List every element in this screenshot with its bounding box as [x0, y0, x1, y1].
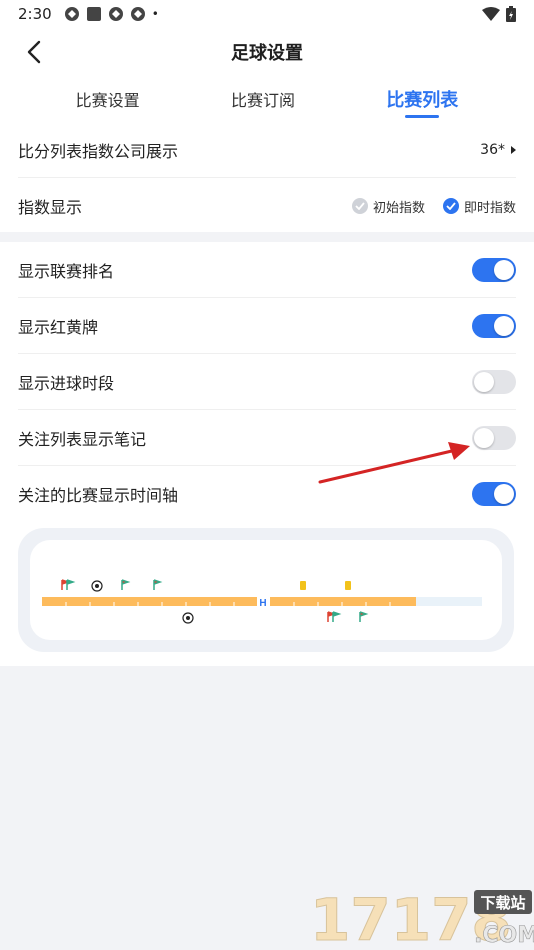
- app-notification-icon: [108, 7, 123, 21]
- company-display-value[interactable]: 36*: [480, 142, 516, 158]
- toggle-row-cards: 显示红黄牌: [18, 298, 516, 354]
- index-settings-section: 比分列表指数公司展示 36* 指数显示 初始指数 即时指数: [0, 122, 534, 232]
- yellow-card-icon: [300, 581, 306, 590]
- toggle-row-league-rank: 显示联赛排名: [18, 242, 516, 298]
- first-half-bar: [42, 597, 257, 606]
- app-notification-icon: [64, 7, 79, 21]
- goal-period-toggle[interactable]: [472, 369, 516, 394]
- halftime-marker: H: [259, 598, 266, 609]
- initial-index-label: 初始指数: [372, 200, 425, 216]
- corner-flag-icon: [61, 579, 76, 590]
- check-icon: [351, 198, 368, 214]
- yellow-card-icon: [345, 581, 351, 590]
- initial-index-option[interactable]: 初始指数: [351, 197, 425, 216]
- status-right: [482, 6, 516, 22]
- index-display-row: 指数显示 初始指数 即时指数: [18, 178, 516, 234]
- wifi-icon: [482, 7, 500, 21]
- remaining-time-bar: [416, 597, 482, 606]
- tab-match-settings[interactable]: 比赛设置: [72, 79, 144, 119]
- corner-flag-icon: [327, 611, 342, 622]
- tab-bar: 比赛设置 比赛订阅 比赛列表: [0, 76, 534, 122]
- status-bar: 2:30 •: [0, 0, 534, 28]
- battery-icon: [506, 6, 516, 22]
- league-rank-toggle[interactable]: [472, 257, 516, 282]
- index-display-label: 指数显示: [18, 198, 83, 217]
- timeline-graphic: H: [42, 579, 482, 624]
- company-display-row[interactable]: 比分列表指数公司展示 36*: [18, 122, 516, 178]
- watermark-logo: 17178 下载站 .COM: [310, 886, 534, 950]
- timeline-preview-card: H: [18, 528, 514, 652]
- watermark: 17178 下载站 .COM: [310, 884, 534, 950]
- toggle-row-goal-period: 显示进球时段: [18, 354, 516, 410]
- header: 足球设置: [0, 28, 534, 76]
- live-index-option[interactable]: 即时指数: [442, 197, 516, 216]
- back-arrow-icon: [27, 40, 41, 64]
- status-time: 2:30: [18, 5, 52, 23]
- check-icon: [442, 198, 459, 214]
- notification-icons: •: [64, 6, 159, 22]
- timeline-toggle[interactable]: [472, 482, 516, 506]
- caret-right-icon: [511, 145, 516, 154]
- football-icon: [182, 612, 194, 624]
- timeline-preview: H: [30, 540, 502, 640]
- second-half-bar: [270, 597, 416, 606]
- live-index-label: 即时指数: [463, 200, 516, 216]
- app-square-icon: [86, 7, 101, 21]
- tab-match-list[interactable]: 比赛列表: [382, 78, 462, 120]
- app-notification-icon: [130, 7, 145, 21]
- company-display-value-text: 36*: [480, 141, 505, 158]
- toggle-label: 显示联赛排名: [18, 261, 115, 281]
- corner-flag-icon: [359, 611, 369, 622]
- corner-flag-icon: [153, 579, 163, 590]
- cards-toggle[interactable]: [472, 313, 516, 338]
- tab-match-subscription[interactable]: 比赛订阅: [227, 79, 299, 119]
- annotation-arrow-icon: [318, 442, 470, 484]
- toggle-label: 显示红黄牌: [18, 317, 99, 337]
- back-button[interactable]: [20, 38, 48, 66]
- watermark-domain: .COM: [474, 923, 534, 948]
- company-display-label: 比分列表指数公司展示: [18, 141, 179, 161]
- corner-flag-icon: [121, 579, 131, 590]
- football-icon: [91, 580, 103, 592]
- page-title: 足球设置: [231, 43, 303, 64]
- notes-toggle[interactable]: [472, 425, 516, 450]
- toggle-label: 显示进球时段: [18, 373, 115, 393]
- more-notifications-dot: •: [151, 7, 159, 21]
- watermark-badge: 下载站: [480, 894, 525, 912]
